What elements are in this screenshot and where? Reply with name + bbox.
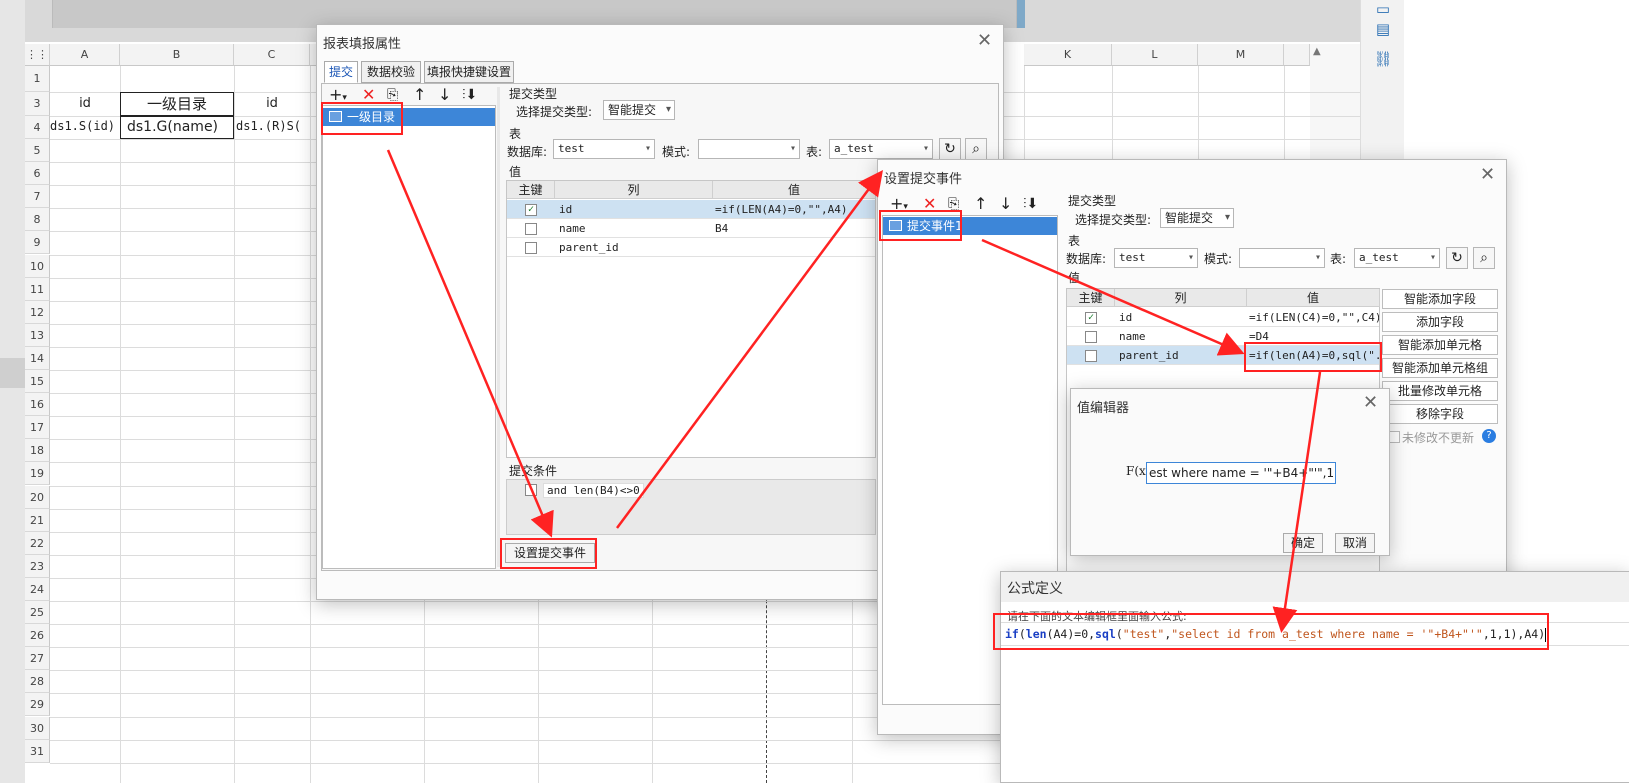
- arrow: [615, 169, 883, 529]
- annotation-arrows: [386, 149, 1322, 633]
- arrow: [981, 238, 1245, 356]
- arrow: [386, 149, 554, 538]
- arrow: [1272, 371, 1322, 633]
